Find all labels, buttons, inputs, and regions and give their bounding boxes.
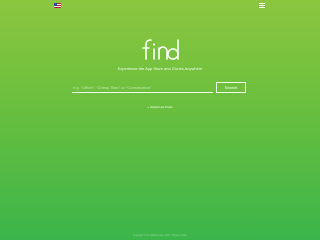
us-flag-icon[interactable] xyxy=(54,3,61,8)
global-hot-posts-link[interactable]: » Global Hot Posts xyxy=(0,105,320,109)
search-button[interactable]: Search xyxy=(216,82,246,93)
search-input[interactable] xyxy=(72,83,213,93)
top-bar xyxy=(0,0,320,12)
search-form: Search xyxy=(72,82,248,94)
menu-line xyxy=(259,5,265,6)
hamburger-menu-icon[interactable] xyxy=(259,3,265,9)
find-logo xyxy=(141,38,181,60)
tagline: Experience the App Store and iTunes Anyw… xyxy=(117,66,203,71)
menu-line xyxy=(259,3,265,4)
footer-text: Copyright © Fnd Mobile Dept. 2017 | Priv… xyxy=(132,234,188,237)
menu-line xyxy=(259,7,265,8)
